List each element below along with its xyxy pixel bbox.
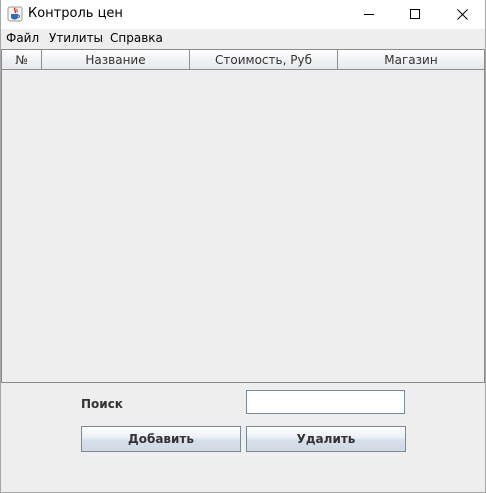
menu-utilities[interactable]: Утилиты (49, 31, 103, 46)
search-label: Поиск (81, 397, 123, 411)
search-input[interactable] (246, 390, 405, 414)
title-bar[interactable]: Контроль цен (1, 0, 485, 29)
table-header: № Название Стоимость, Руб Магазин (2, 50, 484, 70)
menu-help[interactable]: Справка (110, 31, 163, 46)
maximize-button[interactable] (392, 0, 438, 29)
maximize-icon (409, 9, 420, 19)
main-window: Контроль цен Файл Утилиты Справка № Назв… (0, 0, 486, 493)
window-title: Контроль цен (28, 6, 123, 21)
column-header-name[interactable]: Название (42, 50, 190, 70)
column-header-shop[interactable]: Магазин (338, 50, 484, 70)
menu-bar: Файл Утилиты Справка (1, 29, 485, 48)
column-header-number[interactable]: № (2, 50, 42, 70)
column-header-cost[interactable]: Стоимость, Руб (190, 50, 338, 70)
add-button[interactable]: Добавить (81, 426, 241, 452)
menu-file[interactable]: Файл (6, 31, 39, 46)
minimize-icon (363, 14, 374, 15)
close-icon (456, 9, 468, 20)
price-table[interactable]: № Название Стоимость, Руб Магазин (1, 49, 485, 383)
delete-button[interactable]: Удалить (246, 426, 406, 452)
java-cup-icon (7, 6, 23, 22)
minimize-button[interactable] (346, 0, 392, 29)
close-button[interactable] (439, 0, 485, 29)
